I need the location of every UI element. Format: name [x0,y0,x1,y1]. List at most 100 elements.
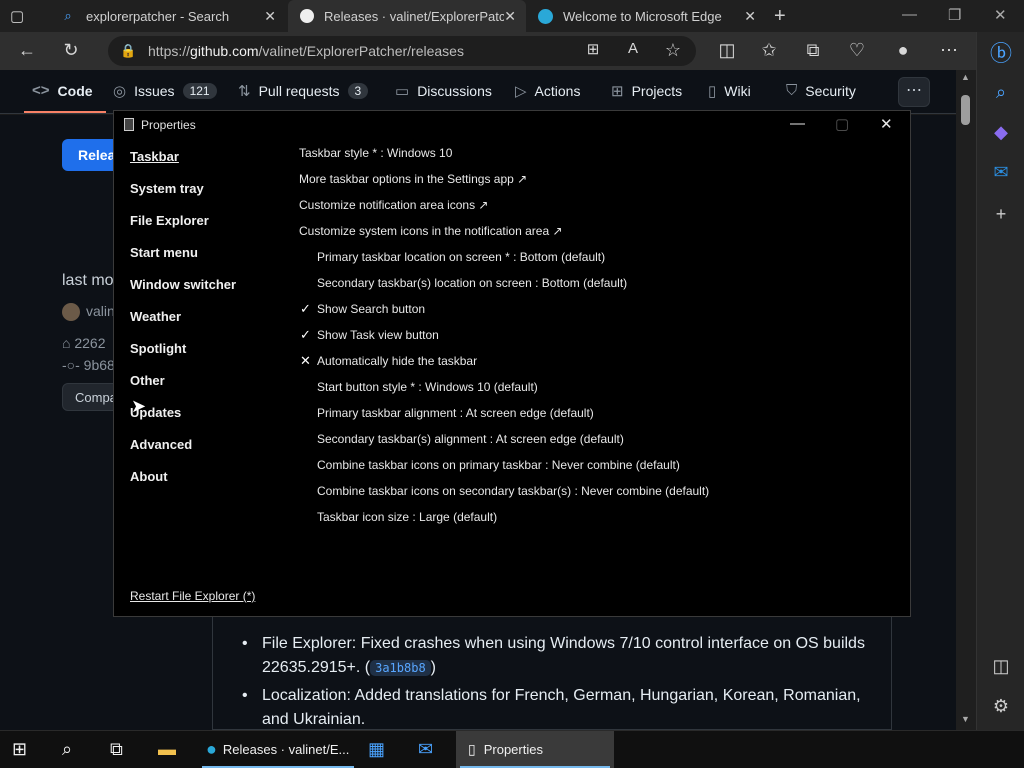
scroll-thumb[interactable] [961,95,970,125]
tab-label: Discussions [417,83,492,99]
maximize-icon[interactable]: ▢ [835,115,849,133]
close-icon[interactable]: ✕ [264,8,276,25]
search-icon[interactable]: ⌕ [977,82,1024,103]
search-icon: ⌕ [64,8,72,23]
taskbar-option[interactable]: Combine taskbar icons on primary taskbar… [317,458,680,472]
tab-actions-icon[interactable]: ▢ [10,0,40,32]
menu-item-window-switcher[interactable]: Window switcher [130,277,236,292]
taskbar-option[interactable]: More taskbar options in the Settings app… [299,172,527,186]
pull-request-icon: ⇅ [238,83,251,100]
start-button[interactable]: ⊞ [12,731,27,768]
store-button[interactable]: ▦ [368,731,385,768]
taskbar-properties-window[interactable]: ▯ Properties [456,731,614,768]
tab-actions[interactable]: ▷ Actions [515,82,580,100]
menu-item-file-explorer[interactable]: File Explorer [130,213,209,228]
restart-explorer-link[interactable]: Restart File Explorer (*) [130,589,255,603]
task-view-button[interactable]: ⧉ [110,731,123,768]
tab-search[interactable]: ⌕ explorerpatcher - Search ✕ [48,0,286,32]
tab-label: Projects [631,83,683,99]
tab-issues[interactable]: ◎ Issues 121 [113,82,217,100]
url-field[interactable]: 🔒 https://github.com/valinet/ExplorerPat… [108,36,696,66]
minimize-icon[interactable]: — [790,115,805,132]
discussion-icon: ▭ [395,83,410,100]
menu-item-about[interactable]: About [130,469,168,484]
copilot-icon[interactable]: ⓑ [977,36,1024,68]
tab-edge-welcome[interactable]: Welcome to Microsoft Edge ✕ [528,0,766,32]
taskbar-option[interactable]: Show Task view button [317,328,439,342]
code-icon: <> [32,82,50,99]
taskbar-option[interactable]: Start button style * : Windows 10 (defau… [317,380,538,394]
menu-item-weather[interactable]: Weather [130,309,181,324]
mail-button[interactable]: ✉ [418,731,433,768]
taskbar-option[interactable]: Show Search button [317,302,425,316]
close-window-icon[interactable]: ✕ [994,6,1007,24]
settings-gear-icon[interactable]: ⚙ [977,696,1024,717]
collections-icon[interactable]: ⧉ [802,40,824,61]
settings-more-icon[interactable]: ⋯ [938,40,960,61]
author-name[interactable]: valin [86,303,115,319]
restore-icon[interactable]: ❐ [948,6,961,24]
file-explorer-button[interactable]: ▬ [158,731,176,768]
search-button[interactable]: ⌕ [62,731,72,768]
tab-code[interactable]: <> Code [32,82,93,99]
tab-label: Actions [534,83,581,99]
performance-icon[interactable]: ♡ [846,40,868,61]
count-badge: 121 [182,83,217,99]
taskbar-option[interactable]: Primary taskbar location on screen * : B… [317,250,605,264]
taskbar-option[interactable]: Taskbar icon size : Large (default) [317,510,497,524]
taskbar-option[interactable]: Automatically hide the taskbar [317,354,477,368]
commit-sha-link[interactable]: 3a1b8b8 [370,660,431,676]
tab-discussions[interactable]: ▭ Discussions [395,82,492,100]
menu-item-taskbar[interactable]: Taskbar [130,149,179,164]
apps-icon[interactable]: ⊞ [582,40,604,58]
taskbar-option[interactable]: Combine taskbar icons on secondary taskb… [317,484,709,498]
tab-label: Security [805,82,856,99]
taskbar-option[interactable]: Secondary taskbar(s) alignment : At scre… [317,432,624,446]
split-screen-icon[interactable]: ◫ [716,40,738,61]
back-arrow-icon[interactable]: ← [16,40,38,61]
tab-wiki[interactable]: ▯ Wiki [708,82,751,100]
tag-name[interactable]: 2262 [74,335,105,351]
close-icon[interactable]: ✕ [744,8,756,25]
tab-pull-requests[interactable]: ⇅ Pull requests 3 [238,82,369,100]
folder-icon: ▬ [158,739,176,759]
page-scrollbar[interactable]: ▲ ▼ [956,70,976,730]
taskbar-option[interactable]: Primary taskbar alignment : At screen ed… [317,406,594,420]
minimize-icon[interactable]: — [902,6,917,23]
taskbar-option[interactable]: Secondary taskbar(s) location on screen … [317,276,627,290]
mail-icon: ✉ [418,739,434,759]
menu-item-system-tray[interactable]: System tray [130,181,204,196]
tab-label: Wiki [724,83,751,99]
tag-row: ⌂ 2262 [62,335,106,351]
tab-security[interactable]: ⛉ Security [786,82,856,99]
profile-avatar[interactable]: ● [892,40,914,61]
menu-item-start-menu[interactable]: Start menu [130,245,198,260]
taskbar-option[interactable]: Customize notification area icons ↗ [299,198,488,212]
office-icon[interactable]: ◆ [977,122,1024,143]
outlook-icon[interactable]: ✉ [977,162,1024,183]
scroll-up-icon[interactable]: ▲ [961,72,970,82]
tab-projects[interactable]: ⊞ Projects [611,82,682,100]
close-icon[interactable]: ✕ [880,115,893,133]
refresh-icon[interactable]: ↻ [60,40,82,61]
more-tabs-button[interactable]: ⋯ [898,77,930,107]
taskbar-edge-window[interactable]: ● Releases · valinet/E... [198,731,358,768]
taskbar-option[interactable]: Taskbar style * : Windows 10 [299,146,452,160]
commit-row: -○- 9b68 [62,357,115,373]
bullet-text: File Explorer: Fixed crashes when using … [262,635,865,676]
add-icon[interactable]: + [977,204,1024,225]
commit-hash[interactable]: 9b68 [84,357,115,373]
menu-item-spotlight[interactable]: Spotlight [130,341,186,356]
tab-releases[interactable]: Releases · valinet/ExplorerPatche ✕ [288,0,526,32]
new-tab-button[interactable]: + [774,0,786,32]
store-icon: ▦ [368,739,386,759]
taskbar-option[interactable]: Customize system icons in the notificati… [299,224,563,238]
favorites-icon[interactable]: ✩ [758,40,780,61]
read-aloud-icon[interactable]: A [622,40,644,57]
menu-item-advanced[interactable]: Advanced [130,437,192,452]
scroll-down-icon[interactable]: ▼ [961,714,970,724]
menu-item-other[interactable]: Other [130,373,165,388]
sidebar-toggle-icon[interactable]: ◫ [977,656,1024,677]
close-icon[interactable]: ✕ [504,8,516,25]
favorite-star-icon[interactable]: ☆ [662,40,684,61]
